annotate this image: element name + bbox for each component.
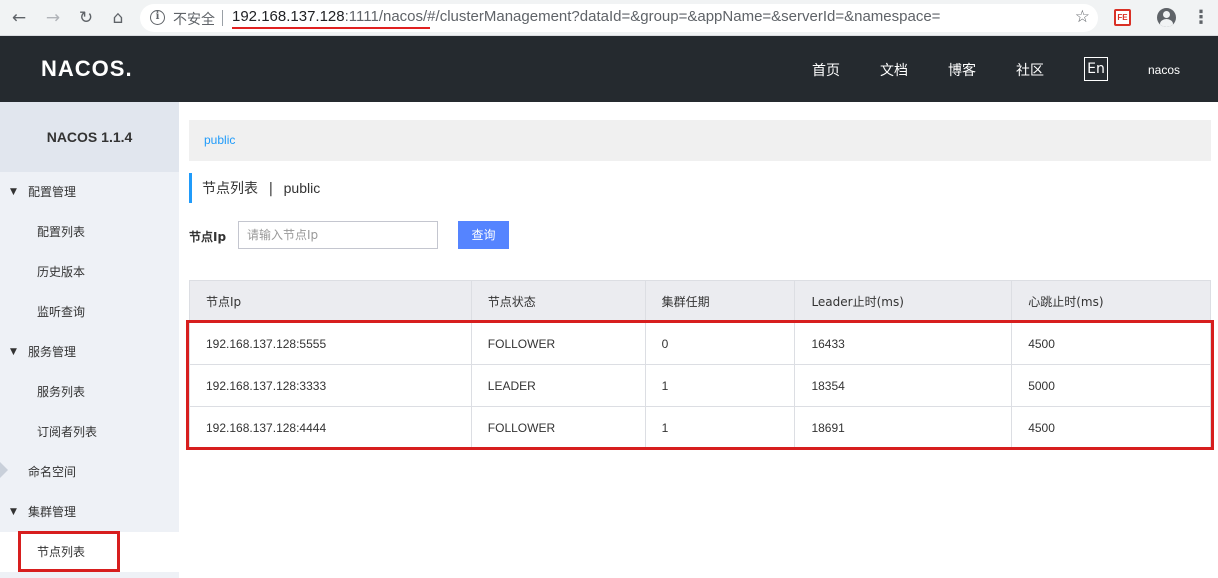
back-arrow-icon[interactable]: ← bbox=[8, 7, 30, 29]
sidebar-group-label: 集群管理 bbox=[28, 505, 77, 519]
sidebar-group-label: 配置管理 bbox=[28, 185, 77, 199]
namespace-bar: public bbox=[189, 120, 1211, 161]
reload-icon[interactable]: ↻ bbox=[75, 7, 97, 29]
extension-icon[interactable]: FE bbox=[1114, 9, 1131, 26]
url-path: :1111/nacos/#/clusterManagement?dataId=&… bbox=[344, 8, 941, 25]
url-host: 192.168.137.128 bbox=[232, 8, 345, 25]
column-header-cluster-term: 集群任期 bbox=[645, 280, 796, 323]
home-icon[interactable]: ⌂ bbox=[107, 7, 129, 29]
nav-community[interactable]: 社区 bbox=[1016, 60, 1044, 80]
profile-icon[interactable] bbox=[1157, 8, 1176, 27]
sidebar-group-label: 服务管理 bbox=[28, 345, 77, 359]
page-title-text: 节点列表 bbox=[202, 181, 258, 197]
nav-blog[interactable]: 博客 bbox=[948, 60, 976, 80]
column-header-node-state: 节点状态 bbox=[471, 280, 646, 323]
nav-docs[interactable]: 文档 bbox=[880, 60, 908, 80]
table-header-row: 节点Ip 节点状态 集群任期 Leader止时(ms) 心跳止时(ms) bbox=[189, 280, 1211, 323]
sidebar-item-subscriber-list[interactable]: 订阅者列表 bbox=[0, 412, 179, 452]
sidebar-highlight-box bbox=[18, 531, 120, 572]
sidebar-group-config[interactable]: ▼ 配置管理 bbox=[0, 172, 179, 212]
forward-arrow-icon[interactable]: → bbox=[42, 7, 64, 29]
insecure-label: 不安全 bbox=[173, 12, 215, 28]
version-label: NACOS 1.1.4 bbox=[0, 102, 179, 172]
node-ip-label: 节点Ip bbox=[189, 230, 227, 244]
column-header-leader-due: Leader止时(ms) bbox=[794, 280, 1013, 323]
nav-home[interactable]: 首页 bbox=[812, 60, 840, 80]
sidebar: NACOS 1.1.4 ▼ 配置管理 配置列表 历史版本 监听查询 ▼ 服务管理… bbox=[0, 102, 179, 578]
sidebar-item-config-list[interactable]: 配置列表 bbox=[0, 212, 179, 252]
browser-toolbar: ← → ↻ ⌂ i 不安全 192.168.137.128:1111/nacos… bbox=[0, 0, 1218, 36]
table-rows-highlight-box bbox=[186, 320, 1214, 450]
caret-down-icon: ▼ bbox=[10, 507, 17, 517]
app-header: NACOS. 首页 文档 博客 社区 En nacos bbox=[0, 36, 1218, 102]
nacos-logo[interactable]: NACOS. bbox=[41, 56, 133, 82]
query-button[interactable]: 查询 bbox=[458, 221, 509, 249]
address-separator bbox=[222, 10, 223, 26]
url-highlight-underline bbox=[232, 27, 430, 29]
sidebar-item-history[interactable]: 历史版本 bbox=[0, 252, 179, 292]
sidebar-group-label: 命名空间 bbox=[28, 465, 77, 479]
active-item-marker bbox=[0, 462, 8, 478]
node-ip-input[interactable] bbox=[238, 221, 438, 249]
page-title-namespace: public bbox=[283, 180, 321, 196]
language-switch-button[interactable]: En bbox=[1084, 57, 1108, 81]
column-header-heartbeat-due: 心跳止时(ms) bbox=[1011, 280, 1211, 323]
sidebar-group-cluster[interactable]: ▼ 集群管理 bbox=[0, 492, 179, 532]
info-icon[interactable]: i bbox=[150, 10, 165, 25]
sidebar-item-listener-query[interactable]: 监听查询 bbox=[0, 292, 179, 332]
sidebar-item-service-list[interactable]: 服务列表 bbox=[0, 372, 179, 412]
namespace-link[interactable]: public bbox=[204, 133, 235, 147]
caret-down-icon: ▼ bbox=[10, 347, 17, 357]
sidebar-group-namespace[interactable]: 命名空间 bbox=[0, 452, 179, 492]
caret-down-icon: ▼ bbox=[10, 187, 17, 197]
page-title: 节点列表 | public bbox=[189, 173, 320, 203]
browser-menu-icon[interactable]: ⋮ bbox=[1192, 6, 1210, 30]
column-header-node-ip: 节点Ip bbox=[189, 280, 472, 323]
username[interactable]: nacos bbox=[1148, 63, 1180, 77]
bookmark-star-icon[interactable]: ☆ bbox=[1075, 7, 1090, 27]
sidebar-group-service[interactable]: ▼ 服务管理 bbox=[0, 332, 179, 372]
url-text[interactable]: 192.168.137.128:1111/nacos/#/clusterMana… bbox=[232, 8, 940, 25]
page-title-separator: | bbox=[268, 181, 274, 197]
